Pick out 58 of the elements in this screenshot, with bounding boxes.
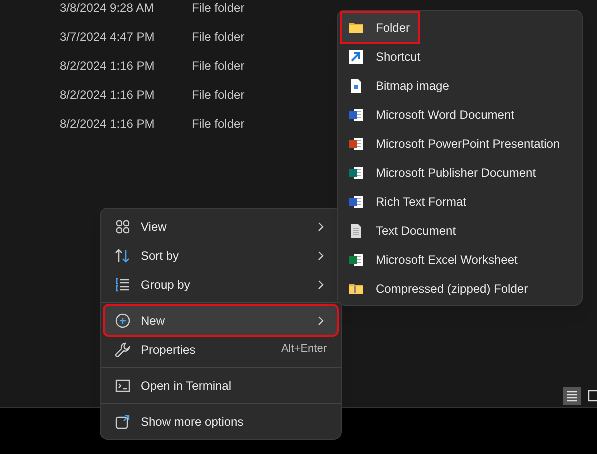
menu-item[interactable]: Microsoft Excel Worksheet xyxy=(342,245,578,274)
menu-item[interactable]: Rich Text Format xyxy=(342,187,578,216)
menu-item[interactable]: New xyxy=(105,306,337,335)
menu-label: Properties xyxy=(141,342,197,358)
date-cell-text: 3/7/2024 4:47 PM xyxy=(60,28,156,46)
menu-label: Microsoft Publisher Document xyxy=(376,164,536,182)
plus-circle-icon xyxy=(115,312,131,328)
menu-item[interactable]: View xyxy=(105,212,337,241)
document-icon xyxy=(348,194,364,210)
date-cell-text: 8/2/2024 1:16 PM xyxy=(60,86,156,104)
sort-icon xyxy=(115,248,131,264)
menu-item[interactable]: Shortcut xyxy=(342,42,578,71)
menu-label: Sort by xyxy=(141,248,180,264)
details-view-button[interactable] xyxy=(563,387,581,405)
menu-item[interactable]: Text Document xyxy=(342,216,578,245)
menu-item[interactable]: Folder xyxy=(342,13,418,42)
menu-label: Open in Terminal xyxy=(141,378,232,394)
share-icon xyxy=(115,414,131,430)
menu-label: Compressed (zipped) Folder xyxy=(376,280,528,298)
menu-label: Microsoft Word Document xyxy=(376,106,514,124)
menu-label: Microsoft PowerPoint Presentation xyxy=(376,136,560,152)
wrench-icon xyxy=(115,342,131,358)
type-cell: File folder xyxy=(192,0,245,16)
type-cell-text: File folder xyxy=(192,86,245,104)
type-cell-text: File folder xyxy=(192,116,245,132)
date-cell-text: 8/2/2024 1:16 PM xyxy=(60,58,156,74)
image-file-icon xyxy=(348,78,364,94)
list-icon xyxy=(115,276,131,292)
type-cell-text: File folder xyxy=(192,58,245,74)
menu-label: Folder xyxy=(376,20,410,36)
menu-label: New xyxy=(141,312,166,330)
menu-label: Show more options xyxy=(141,414,245,430)
document-icon xyxy=(348,222,364,238)
menu-item[interactable]: Open in Terminal xyxy=(105,371,337,400)
menu-label: Bitmap image xyxy=(376,78,450,94)
menu-item[interactable]: Compressed (zipped) Folder xyxy=(342,274,578,303)
menu-item[interactable]: Show more options xyxy=(105,407,337,436)
shortcut-label: Alt+Enter xyxy=(281,342,327,358)
menu-label: Rich Text Format xyxy=(376,194,466,210)
menu-item[interactable]: Microsoft PowerPoint Presentation xyxy=(342,129,578,158)
menu-item[interactable]: Microsoft Publisher Document xyxy=(342,158,578,187)
menu-label: Shortcut xyxy=(376,48,421,66)
menu-item[interactable]: Properties Alt+Enter xyxy=(105,335,337,364)
type-cell-text: File folder xyxy=(192,28,245,46)
date-cell-text: 8/2/2024 1:16 PM xyxy=(60,116,156,132)
spreadsheet-icon xyxy=(348,252,364,268)
menu-item[interactable]: Microsoft Word Document xyxy=(342,100,578,129)
menu-item[interactable]: Bitmap image xyxy=(342,71,578,100)
terminal-icon xyxy=(115,378,131,394)
menu-label: Text Document xyxy=(376,222,456,240)
menu-label: Microsoft Excel Worksheet xyxy=(376,252,518,268)
menu-item[interactable]: Sort by xyxy=(105,241,337,270)
menu-label: View xyxy=(141,218,168,236)
grid-icon xyxy=(115,218,131,234)
menu-item[interactable]: Group by xyxy=(105,270,337,299)
menu-label: Group by xyxy=(141,276,192,294)
list-icon xyxy=(566,390,578,402)
date-cell-text: 3/8/2024 9:28 AM xyxy=(60,0,156,16)
